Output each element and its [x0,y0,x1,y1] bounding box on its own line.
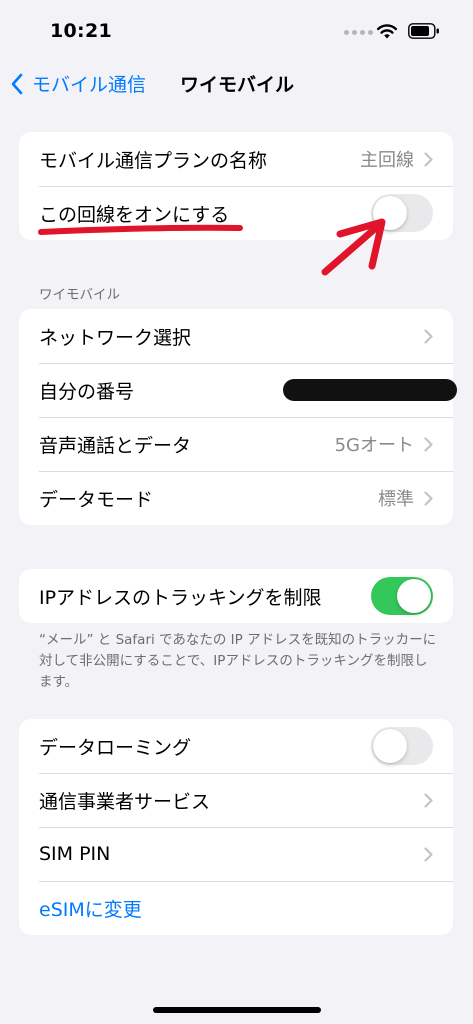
redacted-phone-number [283,379,457,401]
esim-row[interactable]: eSIMに変更 [19,881,453,935]
carrier-services-label: 通信事業者サービス [39,790,211,813]
ip-tracking-toggle[interactable] [371,577,433,615]
status-time: 10:21 [50,20,112,42]
status-bar: 10:21 [0,0,473,62]
carrier-services-row[interactable]: 通信事業者サービス [19,773,453,827]
plan-name-value: 主回線 [360,150,414,171]
data-mode-value: 標準 [378,489,414,510]
chevron-right-icon [424,436,433,452]
plan-name-label: モバイル通信プランの名称 [39,149,268,172]
voice-data-value: 5Gオート [334,435,414,456]
section-header: ワイモバイル [39,287,120,303]
chevron-right-icon [424,151,433,167]
ip-tracking-label: IPアドレスのトラッキングを制限 [39,586,322,609]
voice-data-label: 音声通話とデータ [39,434,192,457]
ip-tracking-footer: “メール” と Safari であなたの IP アドレスを既知のトラッカーに対し… [39,632,437,690]
page-title: ワイモバイル [180,74,295,96]
network-selection-label: ネットワーク選択 [39,326,192,349]
back-button[interactable]: モバイル通信 [10,70,146,97]
roaming-group: データローミング 通信事業者サービス SIM PIN eSIMに変更 [19,719,453,935]
turn-on-line-label: この回線をオンにする [39,203,230,226]
sim-pin-row[interactable]: SIM PIN [19,827,453,881]
cellular-signal-icon [344,30,373,35]
carrier-group: ネットワーク選択 自分の番号 音声通話とデータ 5Gオート データモード 標準 [19,309,453,525]
data-roaming-toggle[interactable] [371,727,433,765]
network-selection-row[interactable]: ネットワーク選択 [19,309,453,363]
back-label: モバイル通信 [32,74,147,96]
chevron-right-icon [424,792,433,808]
voice-data-row[interactable]: 音声通話とデータ 5Gオート [19,417,453,471]
battery-icon [408,23,439,39]
navigation-bar: モバイル通信 ワイモバイル [0,62,473,106]
chevron-right-icon [424,328,433,344]
data-roaming-label: データローミング [39,736,192,759]
data-roaming-row: データローミング [19,719,453,773]
home-indicator [153,1007,321,1013]
chevron-right-icon [424,846,433,862]
line-settings-group: モバイル通信プランの名称 主回線 この回線をオンにする [19,132,453,240]
turn-on-line-toggle[interactable] [371,194,433,232]
chevron-left-icon [11,73,23,94]
ip-tracking-row: IPアドレスのトラッキングを制限 [19,569,453,623]
ip-tracking-group: IPアドレスのトラッキングを制限 [19,569,453,623]
plan-name-row[interactable]: モバイル通信プランの名称 主回線 [19,132,453,186]
chevron-right-icon [424,490,433,506]
esim-link[interactable]: eSIMに変更 [39,895,433,922]
data-mode-row[interactable]: データモード 標準 [19,471,453,525]
turn-on-line-row: この回線をオンにする [19,186,453,240]
sim-pin-label: SIM PIN [39,843,111,865]
wifi-icon [377,24,397,39]
data-mode-label: データモード [39,488,154,511]
